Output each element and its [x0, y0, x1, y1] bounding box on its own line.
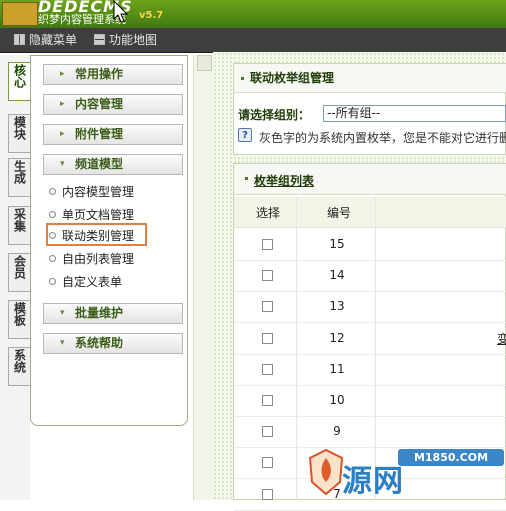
map-grid-icon — [94, 34, 105, 45]
table-row: 10 — [234, 385, 506, 417]
menu-group-common[interactable]: ▸ 常用操作 — [43, 64, 183, 85]
side-tab-label: 系统 — [12, 349, 27, 373]
chevron-down-icon: ▾ — [60, 338, 65, 348]
panel-title: 联动枚举组管理 — [250, 71, 335, 85]
menu-item-label: 自定义表单 — [62, 275, 123, 289]
logo-icon — [2, 2, 38, 26]
menu-group-label: 常用操作 — [75, 67, 124, 81]
menu-group-channel-model[interactable]: ▾ 频道模型 — [43, 154, 183, 175]
row-number: 11 — [329, 362, 345, 376]
menu-group-label: 附件管理 — [75, 127, 124, 141]
watermark-text: 源网 — [342, 464, 404, 499]
menu-group-batch[interactable]: ▾ 批量维护 — [43, 303, 183, 324]
chevron-right-icon: ▸ — [60, 99, 65, 109]
side-tab-label: 模板 — [12, 302, 27, 326]
menu-group-attachments[interactable]: ▸ 附件管理 — [43, 124, 183, 145]
row-number: 12 — [329, 331, 345, 345]
menu-grid-icon — [14, 34, 25, 45]
table-row: 9 — [234, 416, 506, 448]
row-checkbox[interactable] — [262, 301, 273, 312]
splitter-toggle-button[interactable] — [197, 55, 212, 71]
row-checkbox[interactable] — [262, 270, 273, 281]
side-tab-member[interactable]: 会员 — [8, 253, 30, 292]
row-checkbox[interactable] — [262, 333, 273, 344]
table-row: 11 — [234, 354, 506, 386]
chevron-right-icon: ▸ — [60, 129, 65, 139]
side-tab-generate[interactable]: 生成 — [8, 158, 30, 197]
side-tab-label: 模块 — [12, 116, 27, 140]
side-tab-label: 采集 — [12, 208, 27, 232]
side-tab-label: 核心 — [12, 64, 27, 88]
side-tab-core[interactable]: 核心 — [8, 62, 30, 101]
bullet-icon — [241, 77, 244, 80]
bullet-icon — [49, 211, 56, 218]
menu-item-label: 自由列表管理 — [62, 252, 135, 266]
side-tab-label: 生成 — [12, 160, 27, 184]
bullet-icon — [49, 278, 56, 285]
chevron-down-icon: ▾ — [60, 308, 65, 318]
side-tab-system[interactable]: 系统 — [8, 347, 30, 386]
row-action-link[interactable]: 变 — [497, 330, 506, 347]
panel-title-link[interactable]: 枚举组列表 — [254, 172, 314, 189]
table-row: 14 — [234, 260, 506, 292]
watermark-domain: M1850.COM — [398, 449, 504, 466]
help-text: 灰色字的为系统内置枚举，您是不能对它进行删 — [259, 131, 506, 145]
menu-group-help[interactable]: ▾ 系统帮助 — [43, 333, 183, 354]
chevron-right-icon: ▸ — [60, 69, 65, 79]
menu-group-label: 批量维护 — [75, 306, 124, 320]
help-icon: ? — [238, 128, 252, 142]
menu-item-label: 单页文档管理 — [62, 208, 135, 222]
row-checkbox[interactable] — [262, 489, 273, 500]
column-header-select: 选择 — [256, 206, 281, 220]
menu-item-free-list[interactable]: 自由列表管理 — [49, 249, 134, 269]
table-row: 15 — [234, 229, 506, 261]
selection-highlight — [46, 223, 147, 246]
hide-menu-button[interactable]: 隐藏菜单 — [14, 31, 77, 49]
menu-item-label: 内容模型管理 — [62, 185, 135, 199]
side-tab-label: 会员 — [12, 255, 27, 279]
menu-group-label: 频道模型 — [75, 157, 124, 171]
side-tab-module[interactable]: 模块 — [8, 114, 30, 153]
row-number: 14 — [329, 268, 345, 282]
bullet-icon — [49, 188, 56, 195]
row-checkbox[interactable] — [262, 457, 273, 468]
table-row: 13 — [234, 291, 506, 323]
row-number: 10 — [329, 393, 345, 407]
menu-item-content-model[interactable]: 内容模型管理 — [49, 182, 134, 202]
bullet-icon — [49, 255, 56, 262]
menu-item-custom-form[interactable]: 自定义表单 — [49, 272, 122, 292]
side-menu-panel: ▸ 常用操作 ▸ 内容管理 ▸ 附件管理 ▾ 频道模型 内容模型管理 单页文档管理 联动… — [30, 55, 188, 426]
bullet-icon — [245, 177, 248, 180]
row-checkbox[interactable] — [262, 239, 273, 250]
row-number: 9 — [333, 424, 341, 438]
group-select-label: 请选择组别： — [238, 108, 311, 122]
row-checkbox[interactable] — [262, 395, 273, 406]
panel-splitter[interactable] — [193, 55, 214, 500]
row-checkbox[interactable] — [262, 426, 273, 437]
menu-group-label: 系统帮助 — [75, 336, 124, 350]
row-number: 15 — [329, 237, 345, 251]
menu-item-single-page[interactable]: 单页文档管理 — [49, 205, 134, 225]
side-tab-collect[interactable]: 采集 — [8, 206, 30, 245]
version-label: v5.7 — [139, 10, 164, 21]
side-tab-template[interactable]: 模板 — [8, 300, 30, 339]
row-number: 13 — [329, 299, 345, 313]
function-map-button[interactable]: 功能地图 — [94, 31, 157, 49]
hide-menu-label: 隐藏菜单 — [29, 33, 78, 47]
table-row: 12 — [234, 323, 506, 355]
mouse-cursor-icon — [113, 0, 129, 23]
menu-group-content[interactable]: ▸ 内容管理 — [43, 94, 183, 115]
group-select[interactable]: --所有组-- — [323, 105, 506, 122]
row-checkbox[interactable] — [262, 364, 273, 375]
chevron-down-icon: ▾ — [60, 159, 65, 169]
watermark-logo-icon — [308, 448, 344, 496]
column-header-number: 编号 — [327, 206, 352, 220]
function-map-label: 功能地图 — [109, 33, 158, 47]
menu-group-label: 内容管理 — [75, 97, 124, 111]
